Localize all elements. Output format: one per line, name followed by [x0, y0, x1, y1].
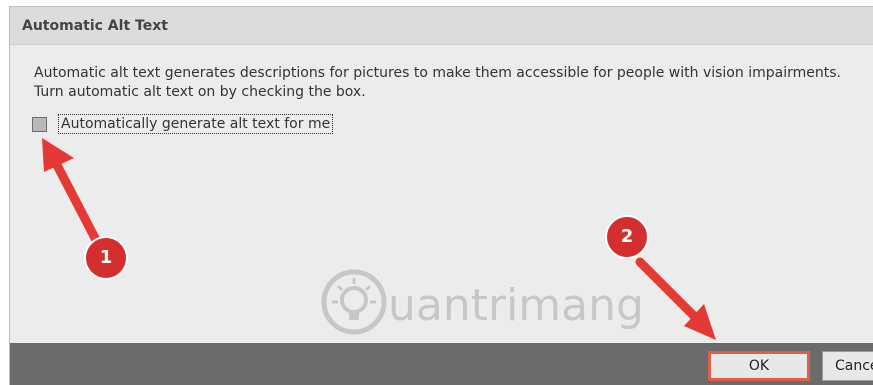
dialog-description: Automatic alt text generates description… [34, 64, 841, 102]
description-line-2: Turn automatic alt text on by checking t… [34, 84, 366, 100]
badge-1-number: 1 [99, 247, 113, 268]
dialog-title: Automatic Alt Text [22, 18, 168, 34]
badge-2-number: 2 [620, 226, 634, 247]
auto-alt-text-checkbox[interactable] [32, 117, 47, 132]
ok-button[interactable]: OK [708, 351, 810, 381]
description-line-1: Automatic alt text generates description… [34, 65, 841, 81]
dialog-footer: OK Cancel [10, 343, 873, 385]
cancel-button[interactable]: Cancel [822, 351, 873, 381]
quantrimang-watermark: uantrimang [321, 269, 644, 335]
screenshot-frame: Automatic Alt Text Automatic alt text ge… [0, 0, 873, 385]
watermark-text: uantrimang [388, 280, 644, 331]
auto-alt-text-checkbox-label[interactable]: Automatically generate alt text for me [58, 114, 334, 134]
dialog-header: Automatic Alt Text [10, 7, 873, 45]
